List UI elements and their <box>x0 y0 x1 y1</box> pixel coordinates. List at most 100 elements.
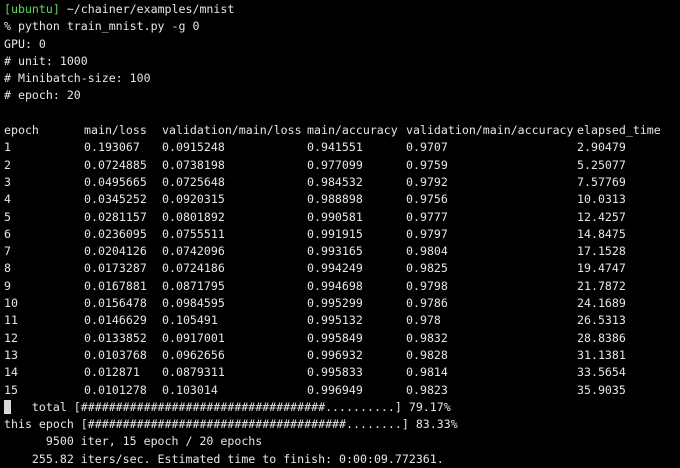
cell-main-accuracy: 0.994249 <box>307 261 363 276</box>
cell-validation-main-loss: 0.0738198 <box>162 157 225 172</box>
cell-main-accuracy: 0.990581 <box>307 209 363 224</box>
cell-main-accuracy: 0.941551 <box>307 140 363 155</box>
cell-main-accuracy: 0.977099 <box>307 157 363 172</box>
cell-validation-main-loss: 0.0871795 <box>162 278 225 293</box>
cell-validation-main-accuracy: 0.9798 <box>406 278 448 293</box>
cell-validation-main-accuracy: 0.9756 <box>406 192 448 207</box>
cell-main-accuracy: 0.991915 <box>307 226 363 241</box>
config-epoch: # epoch: 20 <box>4 88 81 103</box>
epoch-progress: this epoch [############################… <box>4 417 458 432</box>
prompt-host: [ubuntu] <box>4 2 60 16</box>
total-progress: total [#################################… <box>4 399 676 416</box>
cell-validation-main-accuracy: 0.9832 <box>406 330 448 345</box>
total-progress-text: total [#################################… <box>4 399 451 414</box>
cell-main-loss: 0.0173287 <box>84 261 147 276</box>
cell-epoch: 10 <box>4 296 18 311</box>
cell-epoch: 6 <box>4 226 11 241</box>
cell-validation-main-accuracy: 0.9814 <box>406 365 448 380</box>
cell-epoch: 13 <box>4 347 18 362</box>
cell-epoch: 7 <box>4 244 11 259</box>
cell-elapsed-time: 10.0313 <box>577 192 626 207</box>
table-row: 7 0.0204126 0.0742096 0.993165 0.9804 17.1528 <box>4 243 676 260</box>
cell-validation-main-accuracy: 0.9828 <box>406 347 448 362</box>
cell-validation-main-accuracy: 0.9825 <box>406 261 448 276</box>
cell-validation-main-accuracy: 0.9804 <box>406 244 448 259</box>
cell-validation-main-accuracy: 0.9786 <box>406 296 448 311</box>
table-row: 2 0.0724885 0.0738198 0.977099 0.9759 5.25077 <box>4 157 676 174</box>
cell-validation-main-accuracy: 0.978 <box>406 313 441 328</box>
cell-elapsed-time: 2.90479 <box>577 140 626 155</box>
cell-validation-main-loss: 0.0920315 <box>162 192 225 207</box>
config-minibatch: # Minibatch-size: 100 <box>4 71 151 86</box>
cell-validation-main-loss: 0.103014 <box>162 382 218 397</box>
cell-validation-main-accuracy: 0.9707 <box>406 140 448 155</box>
cell-main-accuracy: 0.988898 <box>307 192 363 207</box>
table-row: 14 0.012871 0.0879311 0.995833 0.9814 33.5654 <box>4 364 676 381</box>
table-row: 1 0.193067 0.0915248 0.941551 0.9707 2.90479 <box>4 139 676 156</box>
cell-epoch: 4 <box>4 192 11 207</box>
terminal-window[interactable]: [ubuntu] ~/chainer/examples/mnist % pyth… <box>4 1 676 468</box>
table-row: 5 0.0281157 0.0801892 0.990581 0.9777 12.4257 <box>4 209 676 226</box>
header-validation-main-loss: validation/main/loss <box>162 123 302 138</box>
prompt-path: ~/chainer/examples/mnist <box>66 2 235 16</box>
cell-elapsed-time: 17.1528 <box>577 244 626 259</box>
cell-main-loss: 0.0281157 <box>84 209 147 224</box>
speed-status: 255.82 iters/sec. Estimated time to fini… <box>4 451 444 466</box>
table-row: 8 0.0173287 0.0724186 0.994249 0.9825 19.4747 <box>4 260 676 277</box>
table-row: 4 0.0345252 0.0920315 0.988898 0.9756 10.0313 <box>4 191 676 208</box>
cell-main-loss: 0.0345252 <box>84 192 147 207</box>
cell-validation-main-accuracy: 0.9797 <box>406 226 448 241</box>
header-main-accuracy: main/accuracy <box>307 123 398 138</box>
cell-validation-main-loss: 0.0915248 <box>162 140 225 155</box>
table-row: 6 0.0236095 0.0755511 0.991915 0.9797 14.8475 <box>4 226 676 243</box>
cell-epoch: 8 <box>4 261 11 276</box>
cell-validation-main-loss: 0.0724186 <box>162 261 225 276</box>
cell-epoch: 1 <box>4 140 11 155</box>
cell-elapsed-time: 31.1381 <box>577 347 626 362</box>
cell-epoch: 5 <box>4 209 11 224</box>
cell-elapsed-time: 12.4257 <box>577 209 626 224</box>
table-row: 10 0.0156478 0.0984595 0.995299 0.9786 24.168… <box>4 295 676 312</box>
cell-main-accuracy: 0.996949 <box>307 382 363 397</box>
header-validation-main-accuracy: validation/main/accuracy <box>406 123 574 138</box>
cell-validation-main-loss: 0.105491 <box>162 313 218 328</box>
config-unit: # unit: 1000 <box>4 53 88 68</box>
cell-epoch: 9 <box>4 278 11 293</box>
command-line: % python train_mnist.py -g 0 <box>4 19 200 34</box>
table-row: 3 0.0495665 0.0725648 0.984532 0.9792 7.57769 <box>4 174 676 191</box>
cell-main-loss: 0.0101278 <box>84 382 147 397</box>
cell-main-accuracy: 0.995299 <box>307 296 363 311</box>
cell-elapsed-time: 33.5654 <box>577 365 626 380</box>
cell-epoch: 12 <box>4 330 18 345</box>
cell-elapsed-time: 5.25077 <box>577 157 626 172</box>
cell-main-loss: 0.0103768 <box>84 347 147 362</box>
cell-main-loss: 0.0133852 <box>84 330 147 345</box>
cell-epoch: 15 <box>4 382 18 397</box>
cell-main-accuracy: 0.995849 <box>307 330 363 345</box>
cell-validation-main-accuracy: 0.9823 <box>406 382 448 397</box>
shell-prompt: [ubuntu] ~/chainer/examples/mnist <box>4 1 676 18</box>
header-main-loss: main/loss <box>84 123 147 138</box>
table-row: 9 0.0167881 0.0871795 0.994698 0.9798 21.7872 <box>4 278 676 295</box>
cell-validation-main-loss: 0.0801892 <box>162 209 225 224</box>
table-row: 15 0.0101278 0.103014 0.996949 0.9823 35.9035 <box>4 382 676 399</box>
cell-elapsed-time: 35.9035 <box>577 382 626 397</box>
cell-validation-main-accuracy: 0.9777 <box>406 209 448 224</box>
cell-elapsed-time: 28.8386 <box>577 330 626 345</box>
cell-epoch: 14 <box>4 365 18 380</box>
cell-validation-main-loss: 0.0962656 <box>162 347 225 362</box>
cell-validation-main-loss: 0.0725648 <box>162 174 225 189</box>
table-row: 13 0.0103768 0.0962656 0.996932 0.9828 31.138… <box>4 347 676 364</box>
cell-validation-main-loss: 0.0917001 <box>162 330 225 345</box>
table-body: 1 0.193067 0.0915248 0.941551 0.9707 2.90479 2… <box>4 139 676 398</box>
cell-main-accuracy: 0.994698 <box>307 278 363 293</box>
cell-epoch: 2 <box>4 157 11 172</box>
cell-main-accuracy: 0.984532 <box>307 174 363 189</box>
header-elapsed-time: elapsed_time <box>577 123 661 138</box>
cell-main-loss: 0.0724885 <box>84 157 147 172</box>
cell-validation-main-loss: 0.0742096 <box>162 244 225 259</box>
table-row: 11 0.0146629 0.105491 0.995132 0.978 26.5313 <box>4 312 676 329</box>
cell-validation-main-loss: 0.0984595 <box>162 296 225 311</box>
cell-main-loss: 0.0156478 <box>84 296 147 311</box>
table-row: 12 0.0133852 0.0917001 0.995849 0.9832 28.838… <box>4 330 676 347</box>
